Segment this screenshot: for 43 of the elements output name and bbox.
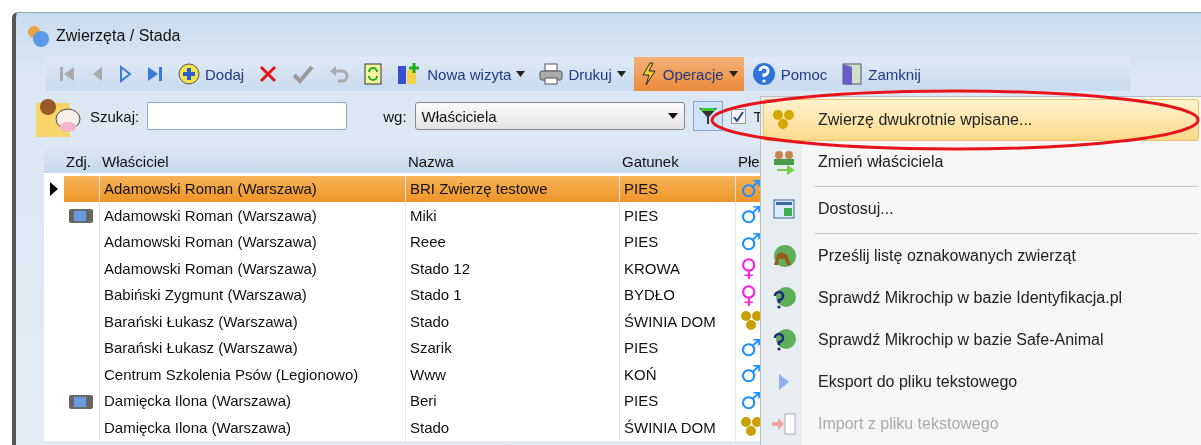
window-title: Zwierzęta / Stada <box>56 27 181 45</box>
undo-icon <box>328 65 351 83</box>
table-cell: PIES <box>620 175 736 202</box>
table-cell: Adamowski Roman (Warszawa) <box>100 175 406 202</box>
search-by-dropdown[interactable]: Właściciela <box>414 102 685 130</box>
search-by-label: wg: <box>383 107 407 125</box>
header-corner <box>44 149 64 173</box>
toolbar-button[interactable]: Operacje <box>633 57 744 91</box>
help-icon <box>751 62 776 86</box>
menu-item[interactable]: Zwierzę dwukrotnie wpisane... <box>763 99 1199 141</box>
filter-checkbox[interactable] <box>730 108 746 124</box>
toolbar-button[interactable]: Nowa wizyta <box>390 57 532 91</box>
column-header[interactable]: Nazwa <box>406 149 620 173</box>
search-field[interactable] <box>147 102 348 130</box>
toolbar-button[interactable]: Dodaj <box>172 57 251 91</box>
globe-question-icon <box>771 327 797 353</box>
next-record-icon <box>118 65 132 83</box>
import-icon <box>771 412 797 436</box>
toolbar-button[interactable]: Pomoc <box>745 57 834 91</box>
add-icon <box>178 63 200 85</box>
lightning-icon <box>639 62 658 86</box>
column-header[interactable]: Zdj. <box>64 149 100 173</box>
filter-button[interactable] <box>692 101 723 131</box>
delete-icon <box>258 64 279 84</box>
door-icon <box>841 62 864 86</box>
search-label: Szukaj: <box>90 107 140 125</box>
toolbar-button[interactable]: Zamknij <box>835 57 927 91</box>
layout-icon <box>773 199 795 219</box>
column-header[interactable]: Gatunek <box>620 149 736 173</box>
column-header[interactable]: Właściciel <box>100 149 406 173</box>
refresh-document-icon <box>364 63 383 85</box>
change-owner-icon <box>771 149 797 175</box>
camera-icon <box>68 206 94 225</box>
checkmark-icon <box>292 64 315 84</box>
printer-icon <box>539 63 564 85</box>
globe-question-icon <box>771 285 797 311</box>
herd-icon <box>772 109 796 131</box>
first-record-icon <box>58 65 76 83</box>
table-cell: BRI Zwierzę testowe <box>406 175 620 202</box>
last-record-icon <box>146 65 164 83</box>
caret-icon <box>667 113 678 119</box>
toolbar-button[interactable]: Drukuj <box>533 57 632 91</box>
filter-icon <box>696 106 719 126</box>
